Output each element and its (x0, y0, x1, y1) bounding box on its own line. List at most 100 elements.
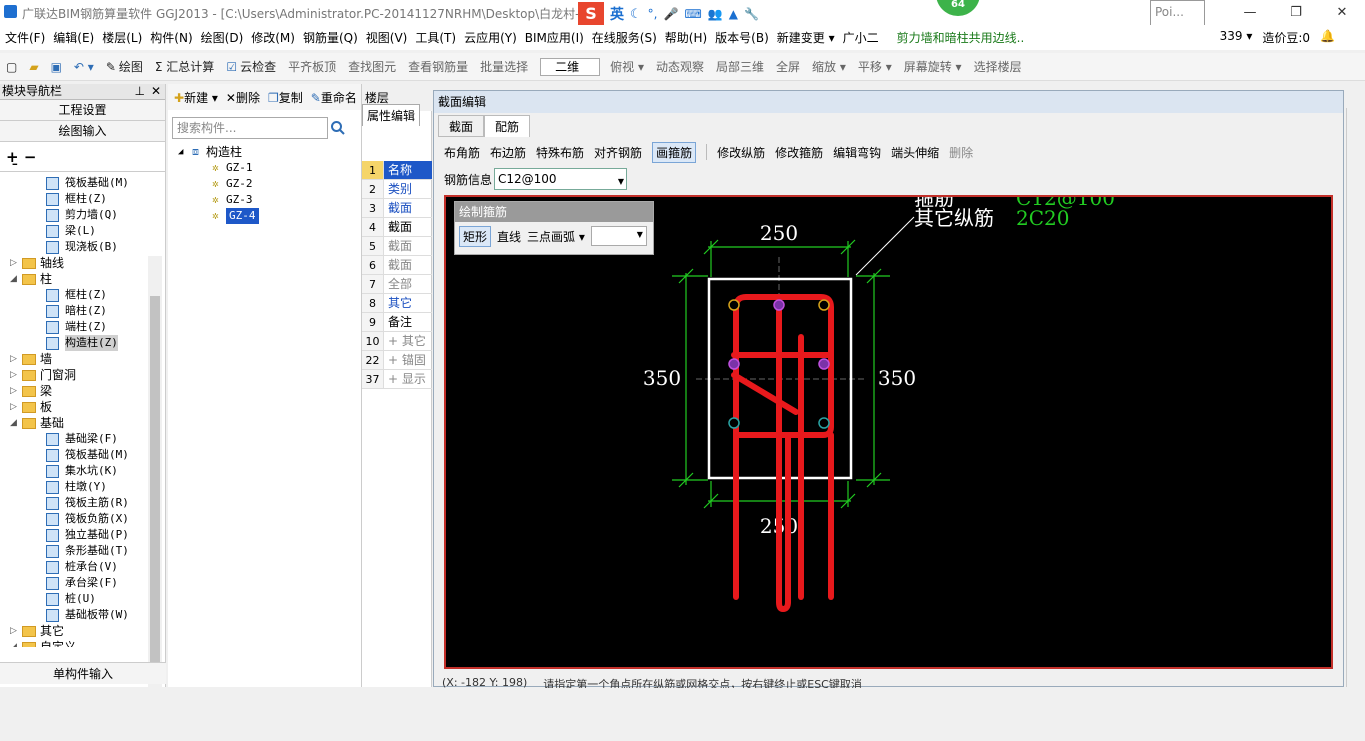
tree-item[interactable]: 暗柱(Z) (0, 303, 148, 319)
tree-item[interactable]: 承台梁(F) (0, 575, 148, 591)
property-row[interactable]: 4 截面 (362, 218, 432, 237)
ime-lang-toggle[interactable]: 英 (610, 4, 624, 24)
tree-category[interactable]: ▷ 其它 (0, 623, 148, 639)
property-row[interactable]: 7 全部 (362, 275, 432, 294)
component-item[interactable]: ✲ GZ-2 (178, 176, 259, 192)
tab-reinforcement[interactable]: 配筋 (484, 115, 531, 137)
rename-component-button[interactable]: ✎重命名 (311, 89, 357, 106)
component-search-input[interactable]: 搜索构件... (172, 117, 328, 139)
tree-item[interactable]: 构造柱(Z) (0, 335, 148, 351)
sogou-logo-icon[interactable]: S (578, 2, 604, 26)
modify-stirrup-button[interactable]: 修改箍筋 (775, 144, 823, 161)
menu-hint-link[interactable]: 剪力墙和暗柱共用边线.. (897, 29, 1025, 46)
expand-all-icon[interactable]: +̱ (6, 148, 19, 166)
property-row[interactable]: 10 + 其它 (362, 332, 432, 351)
tree-category[interactable]: ▷ 板 (0, 399, 148, 415)
menu-edit[interactable]: 编辑(E) (53, 29, 94, 46)
screen-rotate-button[interactable]: 屏幕旋转 ▾ (904, 58, 962, 75)
minimize-button[interactable]: — (1227, 0, 1273, 25)
view-rebar-qty-button[interactable]: 查看钢筋量 (408, 58, 468, 75)
component-item[interactable]: ✲ GZ-3 (178, 192, 259, 208)
property-row[interactable]: 8 其它 (362, 294, 432, 313)
menu-assistant[interactable]: 广小二 (843, 29, 879, 46)
special-rebar-button[interactable]: 特殊布筋 (536, 144, 584, 161)
tree-item[interactable]: 剪力墙(Q) (0, 207, 148, 223)
menu-bim[interactable]: BIM应用(I) (525, 29, 584, 46)
pin-icon[interactable]: ⊥ (135, 84, 145, 99)
save-icon[interactable]: ▣ (51, 60, 62, 74)
fullscreen-button[interactable]: 全屏 (776, 58, 800, 75)
close-button[interactable]: ✕ (1319, 0, 1365, 25)
menu-floor[interactable]: 楼层(L) (102, 29, 142, 46)
property-row[interactable]: 37 + 显示 (362, 370, 432, 389)
drawing-input-button[interactable]: 绘图输入 (0, 121, 165, 142)
tree-item[interactable]: 筏板负筋(X) (0, 511, 148, 527)
tree-item[interactable]: 独立基础(P) (0, 527, 148, 543)
expand-arrow-icon[interactable]: ▷ (10, 367, 22, 383)
zoom-button[interactable]: 缩放 ▾ (812, 58, 846, 75)
delete-button[interactable]: 删除 (949, 144, 973, 161)
expand-arrow-icon[interactable]: ◢ (10, 639, 22, 647)
tree-item[interactable]: 条形基础(T) (0, 543, 148, 559)
modify-long-rebar-button[interactable]: 修改纵筋 (717, 144, 765, 161)
tree-item[interactable]: 筏板主筋(R) (0, 495, 148, 511)
tree-category[interactable]: ▷ 梁 (0, 383, 148, 399)
expand-arrow-icon[interactable]: ▷ (10, 623, 22, 639)
tree-item[interactable]: 桩承台(V) (0, 559, 148, 575)
end-stretch-button[interactable]: 端头伸缩 (891, 144, 939, 161)
tree-item[interactable]: 柱墩(Y) (0, 479, 148, 495)
tree-item[interactable]: 筏板基础(M) (0, 447, 148, 463)
tree-item[interactable]: 筏板基础(M) (0, 175, 148, 191)
edit-hook-button[interactable]: 编辑弯钩 (833, 144, 881, 161)
stirrup-type-combo[interactable]: ▼ (590, 226, 647, 246)
three-point-arc-button[interactable]: 三点画弧 ▾ (527, 228, 585, 245)
scrollbar-thumb[interactable] (150, 296, 160, 674)
menu-new-change[interactable]: 新建变更 ▾ (777, 29, 835, 46)
delete-component-button[interactable]: ✕删除 (226, 89, 260, 106)
tree-item[interactable]: 基础板带(W) (0, 607, 148, 623)
rectangle-button[interactable]: 矩形 (459, 225, 492, 247)
align-rebar-button[interactable]: 对齐钢筋 (594, 144, 642, 161)
chevron-down-icon[interactable]: ▼ (637, 230, 643, 239)
corner-rebar-button[interactable]: 布角筋 (444, 144, 480, 161)
expand-arrow-icon[interactable]: ▷ (10, 351, 22, 367)
property-row[interactable]: 9 备注 (362, 313, 432, 332)
tree-item[interactable]: 桩(U) (0, 591, 148, 607)
tree-item[interactable]: 梁(L) (0, 223, 148, 239)
tree-item[interactable]: 基础梁(F) (0, 431, 148, 447)
new-file-icon[interactable]: ▢ (6, 60, 17, 74)
expand-arrow-icon[interactable]: ◢ (10, 271, 22, 287)
tab-property-edit[interactable]: 属性编辑 (362, 104, 420, 126)
search-icon[interactable] (330, 120, 346, 136)
menu-draw[interactable]: 绘图(D) (201, 29, 244, 46)
top-view-button[interactable]: 俯视 ▾ (610, 58, 644, 75)
tree-item[interactable]: 现浇板(B) (0, 239, 148, 255)
section-canvas[interactable]: 箍筋 C12@100 其它纵筋 2C20 250 250 350 350 绘制箍… (444, 186, 1333, 669)
microphone-icon[interactable]: 🎤 (663, 7, 678, 21)
pan-button[interactable]: 平移 ▾ (858, 58, 892, 75)
menu-view[interactable]: 视图(V) (366, 29, 408, 46)
draw-stirrup-button[interactable]: 画箍筋 (652, 141, 697, 163)
cost-beans[interactable]: 造价豆:0 (1262, 29, 1310, 46)
tree-category[interactable]: ◢ 基础 (0, 415, 148, 431)
tree-item[interactable]: 集水坑(K) (0, 463, 148, 479)
component-item-selected[interactable]: ✲ GZ-4 (178, 208, 259, 224)
menu-file[interactable]: 文件(F) (5, 29, 45, 46)
project-settings-button[interactable]: 工程设置 (0, 100, 165, 121)
menu-cloud[interactable]: 云应用(Y) (464, 29, 517, 46)
tree-category[interactable]: ◢ 柱 (0, 271, 148, 287)
floor-button[interactable]: 楼层 (365, 89, 389, 106)
tree-item[interactable]: 框柱(Z) (0, 287, 148, 303)
property-row[interactable]: 5 截面 (362, 237, 432, 256)
component-item[interactable]: ✲ GZ-1 (178, 160, 259, 176)
tree-category[interactable]: ◢ 自定义 (0, 639, 148, 647)
close-icon[interactable]: ✕ (151, 84, 161, 99)
bell-icon[interactable]: 🔔 (1320, 29, 1335, 46)
menu-component[interactable]: 构件(N) (150, 29, 192, 46)
tree-item[interactable]: 端柱(Z) (0, 319, 148, 335)
menu-version[interactable]: 版本号(B) (715, 29, 769, 46)
new-component-button[interactable]: ✚新建 ▾ (174, 89, 218, 106)
expand-arrow-icon[interactable]: ◢ (10, 415, 22, 431)
property-row[interactable]: 3 截面 (362, 199, 432, 218)
account-dropdown[interactable]: 339 ▾ (1220, 29, 1253, 46)
